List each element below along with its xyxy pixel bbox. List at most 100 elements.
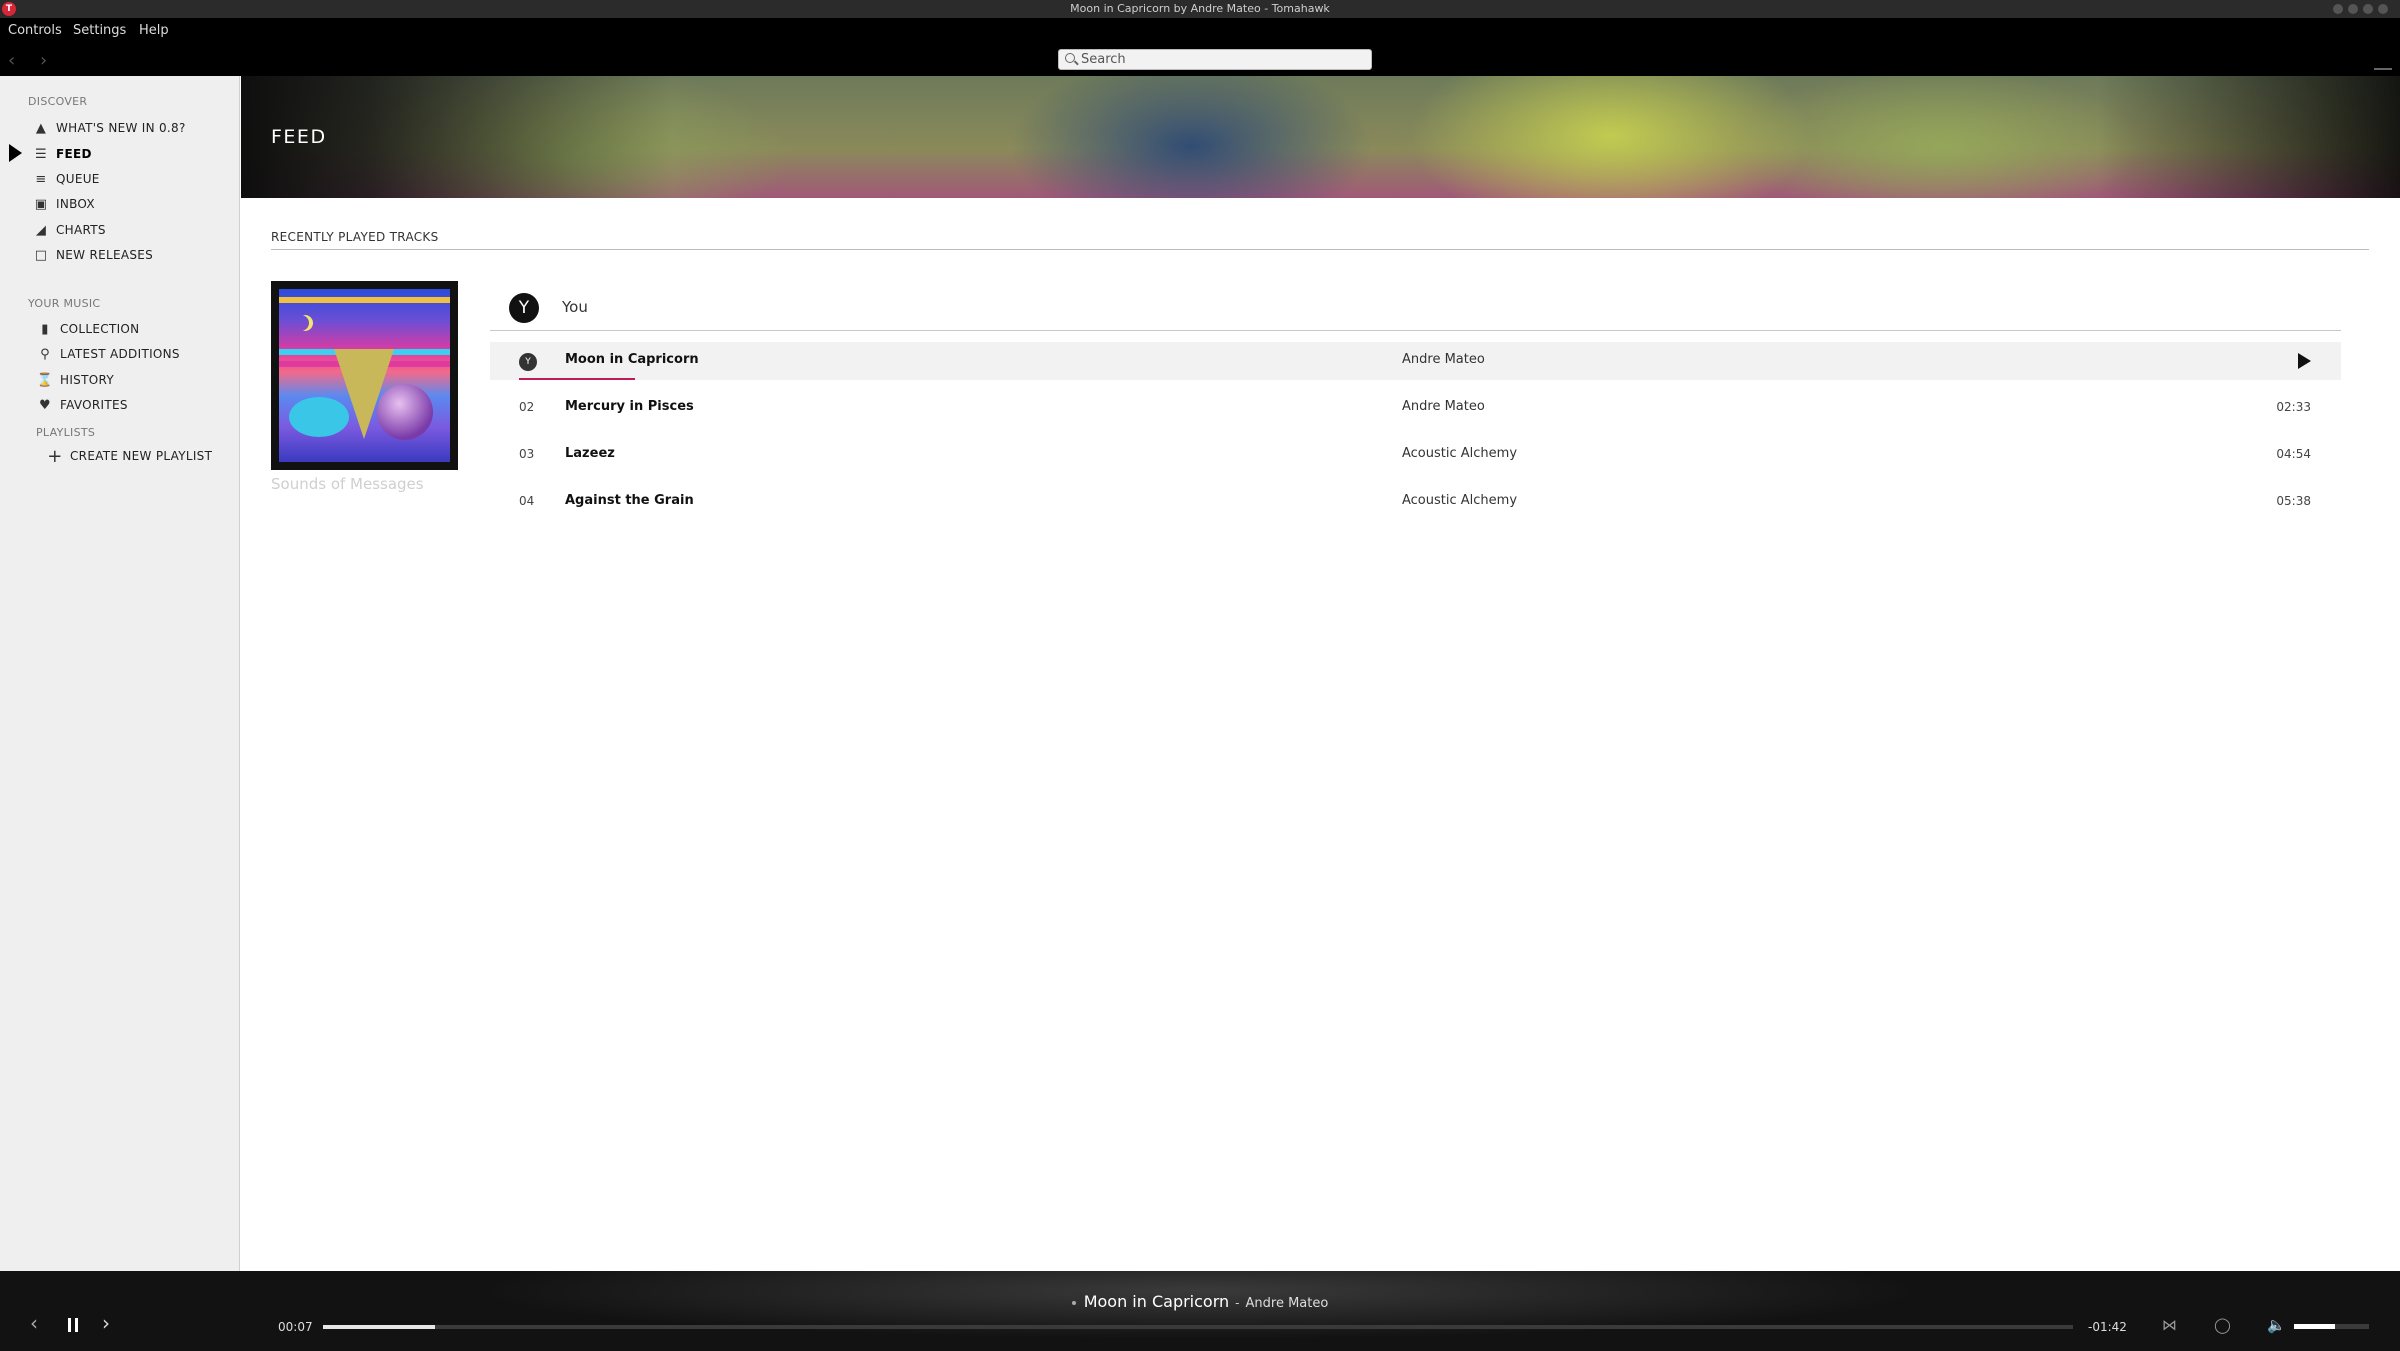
plus-icon: + [47, 445, 63, 467]
track-artist[interactable]: Andre Mateo [1402, 399, 1485, 414]
sidebar-item-label: HISTORY [60, 373, 114, 387]
window-titlebar: T Moon in Capricorn by Andre Mateo - Tom… [0, 0, 2400, 18]
track-group-header: Y You [490, 289, 2341, 331]
search-icon [1065, 53, 1075, 63]
now-playing-dot-icon [1071, 1300, 1076, 1305]
tomahawk-icon: ▲ [35, 120, 47, 136]
window-title: Moon in Capricorn by Andre Mateo - Tomah… [1070, 2, 1330, 15]
now-playing-artist[interactable]: Andre Mateo [1246, 1296, 1329, 1311]
seek-slider-fill [323, 1325, 435, 1329]
track-artist[interactable]: Acoustic Alchemy [1402, 446, 1517, 461]
now-playing-title[interactable]: Moon in Capricorn [1084, 1292, 1229, 1311]
track-title: Moon in Capricorn [565, 352, 699, 367]
hourglass-icon: ⌛ [36, 372, 54, 388]
forward-arrow-icon[interactable]: › [40, 50, 47, 71]
sidebar: DISCOVER ▲ WHAT'S NEW IN 0.8? ☰ FEED ≡ Q… [0, 76, 240, 1271]
top-toolbar: ‹ › [0, 44, 2400, 76]
repeat-icon[interactable]: ◯ [2214, 1316, 2231, 1334]
tomahawk-app-icon: T [2, 2, 16, 16]
track-title: Against the Grain [565, 493, 694, 508]
user-name: You [562, 298, 588, 316]
sidebar-item-label: FAVORITES [60, 398, 128, 412]
feed-icon: ☰ [35, 146, 47, 162]
table-row[interactable]: 03 Lazeez Acoustic Alchemy 04:54 [490, 436, 2341, 474]
sidebar-item-label: INBOX [56, 197, 95, 211]
sidebar-item-inbox[interactable]: ▣ INBOX [32, 194, 95, 214]
now-playing-badge: Y [519, 353, 537, 371]
track-artist[interactable]: Acoustic Alchemy [1402, 493, 1517, 508]
playlists-header: PLAYLISTS [36, 426, 96, 439]
back-arrow-icon[interactable]: ‹ [8, 50, 15, 71]
create-playlist-label: CREATE NEW PLAYLIST [70, 449, 213, 463]
menu-help[interactable]: Help [139, 23, 169, 38]
search-box [1058, 49, 1372, 70]
sidebar-item-queue[interactable]: ≡ QUEUE [32, 169, 100, 189]
avatar: Y [509, 293, 539, 323]
calendar-icon: □ [34, 247, 48, 263]
volume-slider-fill [2294, 1324, 2336, 1329]
queue-icon: ≡ [35, 171, 47, 187]
track-duration: 02:33 [2276, 400, 2311, 414]
track-progress-indicator [519, 378, 635, 380]
sidebar-item-label: LATEST ADDITIONS [60, 347, 180, 361]
sidebar-item-label: CHARTS [56, 223, 106, 237]
album-caption: Sounds of Messages [271, 475, 424, 493]
window-restore-button[interactable] [2363, 4, 2373, 14]
collection-icon: ▮ [41, 321, 49, 337]
active-item-arrow-icon [9, 144, 22, 162]
sidebar-item-latest-additions[interactable]: ⚲ LATEST ADDITIONS [36, 344, 180, 364]
sidebar-item-new-releases[interactable]: □ NEW RELEASES [32, 245, 153, 265]
track-number: 03 [519, 447, 535, 461]
elapsed-time: 00:07 [278, 1320, 313, 1334]
sidebar-item-charts[interactable]: ◢ CHARTS [32, 220, 106, 240]
window-minimize-button[interactable] [2333, 4, 2343, 14]
heart-icon: ♥ [39, 397, 51, 413]
sidebar-item-history[interactable]: ⌛ HISTORY [36, 370, 114, 390]
remaining-time: -01:42 [2088, 1320, 2127, 1334]
player-bar: Moon in Capricorn - Andre Mateo ‹ › 00:07 … [0, 1271, 2400, 1351]
search-input[interactable] [1081, 51, 1361, 68]
next-track-icon[interactable]: › [102, 1311, 110, 1335]
volume-icon[interactable]: 🔈 [2267, 1316, 2286, 1334]
charts-icon: ◢ [35, 222, 47, 238]
shuffle-icon[interactable]: ⋈ [2162, 1316, 2177, 1334]
sidebar-item-feed[interactable]: ☰ FEED [32, 144, 92, 164]
sidebar-item-favorites[interactable]: ♥ FAVORITES [36, 395, 128, 415]
inbox-icon: ▣ [34, 196, 48, 212]
menu-controls[interactable]: Controls [8, 23, 62, 38]
track-title: Mercury in Pisces [565, 399, 694, 414]
album-cover-image [279, 289, 450, 462]
track-title: Lazeez [565, 446, 615, 461]
sidebar-item-collection[interactable]: ▮ COLLECTION [36, 319, 139, 339]
previous-track-icon[interactable]: ‹ [30, 1311, 38, 1335]
create-new-playlist-button[interactable]: + CREATE NEW PLAYLIST [46, 445, 213, 467]
table-row[interactable]: Y Moon in Capricorn Andre Mateo [490, 342, 2341, 380]
pause-icon[interactable] [68, 1318, 78, 1332]
table-row[interactable]: 02 Mercury in Pisces Andre Mateo 02:33 [490, 389, 2341, 427]
window-maximize-button[interactable] [2348, 4, 2358, 14]
menu-bar: Controls Settings Help [0, 18, 2400, 44]
section-title: RECENTLY PLAYED TRACKS [271, 230, 439, 244]
hamburger-menu-icon[interactable] [2374, 68, 2392, 70]
section-divider [271, 249, 2369, 250]
pin-icon: ⚲ [40, 346, 50, 362]
now-playing-info: Moon in Capricorn - Andre Mateo [0, 1292, 2400, 1311]
window-close-button[interactable] [2378, 4, 2388, 14]
discover-header: DISCOVER [28, 95, 88, 108]
track-duration: 05:38 [2276, 494, 2311, 508]
track-artist[interactable]: Andre Mateo [1402, 352, 1485, 367]
sidebar-item-label: WHAT'S NEW IN 0.8? [56, 121, 186, 135]
table-row[interactable]: 04 Against the Grain Acoustic Alchemy 05… [490, 483, 2341, 521]
sidebar-item-whats-new[interactable]: ▲ WHAT'S NEW IN 0.8? [32, 118, 186, 138]
play-icon[interactable] [2298, 353, 2311, 369]
seek-slider[interactable] [323, 1325, 2073, 1329]
page-title: FEED [271, 126, 327, 148]
now-playing-separator: - [1235, 1296, 1240, 1310]
page-header-banner: FEED [241, 76, 2400, 198]
menu-settings[interactable]: Settings [73, 23, 126, 38]
track-duration: 04:54 [2276, 447, 2311, 461]
album-cover[interactable] [271, 281, 458, 470]
track-number: 02 [519, 400, 535, 414]
volume-slider[interactable] [2294, 1324, 2369, 1329]
track-number: 04 [519, 494, 535, 508]
